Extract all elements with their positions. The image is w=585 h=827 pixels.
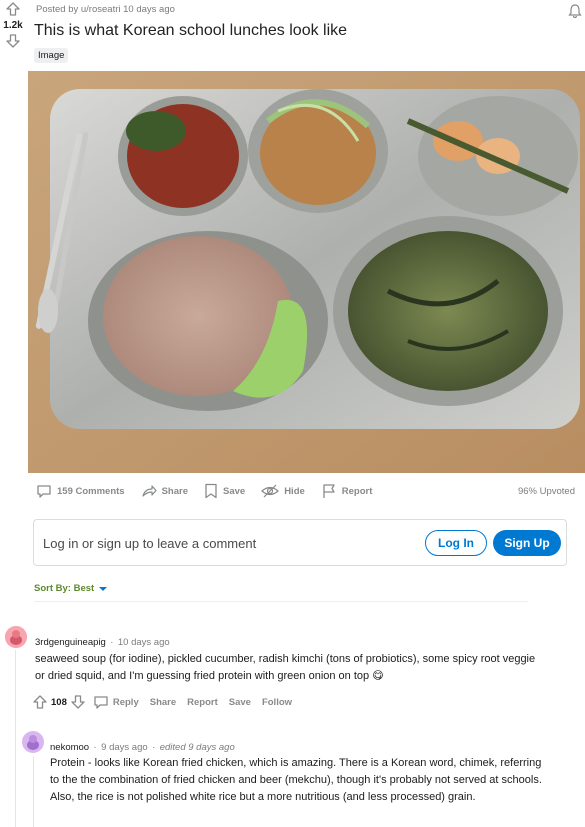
comment-actions: 108 Reply Share Report Save Follow [33, 694, 303, 710]
comment-header: 3rdgenguineapig · 10 days ago [35, 632, 170, 650]
comment-dot: · [152, 742, 156, 753]
hide-eye-icon [261, 484, 280, 498]
sort-label: Sort By: Best [34, 583, 95, 594]
comment-score: 108 [51, 696, 67, 708]
snoo-avatar-icon [5, 626, 27, 648]
post-meta: Posted by u/roseatri 10 days ago [36, 4, 175, 15]
comment-edited: edited 9 days ago [159, 742, 235, 753]
save-button[interactable]: Save [229, 697, 251, 708]
avatar[interactable] [5, 626, 27, 648]
login-prompt-text: Log in or sign up to leave a comment [43, 536, 257, 551]
report-label: Report [341, 485, 373, 497]
thread-line[interactable] [33, 756, 34, 827]
post-title[interactable]: This is what Korean school lunches look … [34, 22, 347, 40]
bookmark-icon [205, 483, 217, 499]
share-button[interactable]: Share [150, 697, 176, 708]
thread-line[interactable] [15, 650, 16, 827]
comment-header: nekomoo · 9 days ago · edited 9 days ago [50, 737, 235, 755]
report-button[interactable]: Report [187, 697, 218, 708]
share-button[interactable]: Share [141, 483, 188, 499]
hide-button[interactable]: Hide [261, 483, 305, 499]
reply-icon [94, 696, 108, 709]
comment-icon [37, 485, 51, 498]
comments-button[interactable]: 159 Comments [36, 483, 125, 499]
upvote-icon[interactable] [33, 695, 47, 709]
vote-column: 1.2k [0, 2, 26, 48]
post-score: 1.2k [3, 20, 23, 31]
snoo-avatar-icon [22, 731, 44, 753]
sort-dropdown[interactable]: Sort By: Best [34, 583, 108, 594]
login-button[interactable]: Log In [425, 530, 487, 556]
post-image[interactable] [28, 71, 585, 473]
signup-button[interactable]: Sign Up [493, 530, 561, 556]
comment-dot: · [93, 742, 97, 753]
login-prompt-box: Log in or sign up to leave a comment Log… [33, 519, 567, 566]
report-button[interactable]: Report [321, 483, 373, 499]
comment-author[interactable]: 3rdgenguineapig [35, 637, 106, 648]
comment-time[interactable]: 10 days ago [118, 637, 170, 648]
divider [34, 601, 528, 602]
comment-time[interactable]: 9 days ago [101, 742, 147, 753]
share-icon [141, 485, 157, 497]
flag-icon [323, 484, 335, 498]
downvote-icon[interactable] [6, 34, 20, 48]
downvote-icon[interactable] [71, 695, 85, 709]
comments-count: 159 Comments [57, 485, 125, 497]
post-flair[interactable]: Image [34, 48, 69, 63]
comment-dot: · [110, 637, 114, 648]
save-label: Save [223, 485, 246, 497]
follow-button[interactable]: Follow [262, 697, 292, 708]
post-actions-bar: 159 Comments Share Save Hide Report [36, 482, 388, 500]
save-button[interactable]: Save [204, 483, 245, 499]
share-label: Share [161, 485, 188, 497]
comment-body: seaweed soup (for iodine), pickled cucum… [35, 653, 536, 682]
hide-label: Hide [284, 485, 305, 497]
reply-button[interactable]: Reply [113, 697, 139, 708]
comment-author[interactable]: nekomoo [50, 742, 89, 753]
avatar[interactable] [22, 731, 44, 753]
caret-down-icon [99, 586, 108, 591]
upvote-icon[interactable] [6, 2, 20, 16]
notification-bell-icon[interactable] [567, 3, 583, 19]
comment-body: Protein - looks like Korean fried chicke… [50, 757, 542, 803]
upvote-ratio: 96% Upvoted [517, 486, 575, 497]
